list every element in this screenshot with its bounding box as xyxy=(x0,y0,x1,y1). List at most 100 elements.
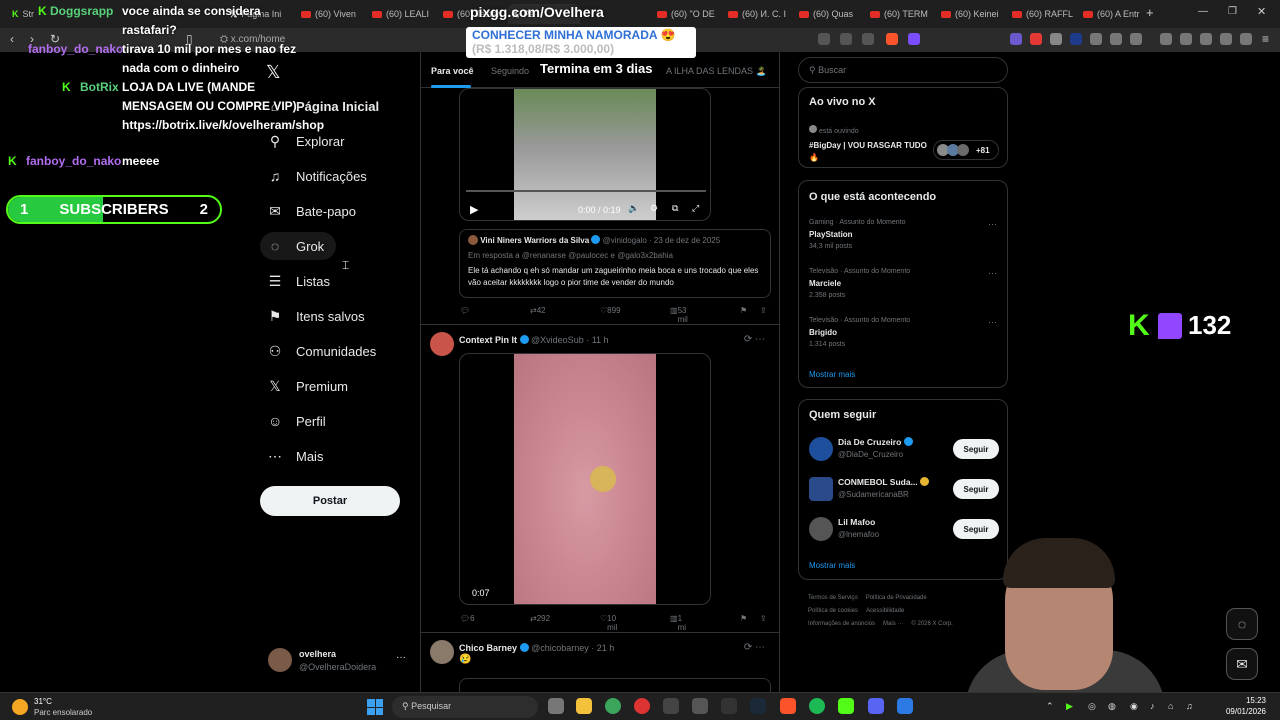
search-input[interactable]: ⚲ Buscar xyxy=(798,57,1008,83)
more-icon[interactable]: ··· xyxy=(396,652,406,663)
start-button[interactable] xyxy=(367,699,383,715)
more-icon[interactable]: ⋯ xyxy=(988,317,997,328)
share-icon[interactable] xyxy=(862,33,874,45)
like-button[interactable]: ♡ 899 xyxy=(600,306,621,315)
trend-name[interactable]: Marciele xyxy=(809,279,841,288)
more-icon[interactable]: ⟳ ⋯ xyxy=(744,642,765,653)
share-icon[interactable]: ⇪ xyxy=(760,614,767,623)
show-more-link[interactable]: Mostrar mais xyxy=(809,561,855,570)
browser-tab[interactable]: (60) И. С. I xyxy=(724,4,796,24)
sidebar-icon[interactable] xyxy=(1180,33,1192,45)
author-name[interactable]: Chico Barney xyxy=(459,643,517,653)
close-icon[interactable]: ✕ xyxy=(1257,5,1266,18)
tray-app-icon[interactable]: ◍ xyxy=(1108,701,1116,712)
menu-icon[interactable]: ≡ xyxy=(1262,32,1269,46)
browser-tab[interactable]: (60) TERM xyxy=(866,4,938,24)
avatar[interactable] xyxy=(809,477,833,501)
opera-icon[interactable] xyxy=(634,698,650,714)
reply-button[interactable]: 💬︎ 6 xyxy=(460,614,475,623)
nav-chat[interactable]: ✉ Bate-papo xyxy=(268,203,356,220)
chrome-icon[interactable] xyxy=(605,698,621,714)
system-clock[interactable]: 15:23 09/01/2026 xyxy=(1206,695,1266,717)
pip-icon[interactable]: ⧉ xyxy=(672,203,678,214)
avatar[interactable] xyxy=(809,437,833,461)
footer-link[interactable]: Acessibilidade xyxy=(866,608,904,614)
wallet-icon[interactable] xyxy=(1200,33,1212,45)
tray-app-icon[interactable]: ▶ xyxy=(1066,701,1073,712)
app-icon[interactable] xyxy=(897,698,913,714)
browser-tab[interactable]: (60) Keinei xyxy=(937,4,1009,24)
tab-for-you[interactable]: Para você xyxy=(431,66,474,76)
trend-name[interactable]: PlayStation xyxy=(809,230,853,239)
nav-bookmarks[interactable]: ⚑ Itens salvos xyxy=(268,308,365,325)
extension-icon[interactable] xyxy=(1110,33,1122,45)
footer-link[interactable]: Política de Privacidade xyxy=(866,595,927,601)
views-button[interactable]: ▥ 1 mi xyxy=(670,614,686,632)
brave-rewards-icon[interactable] xyxy=(908,33,920,45)
browser-tab[interactable]: (60) Viven xyxy=(297,4,369,24)
share-icon[interactable]: ⇪ xyxy=(760,306,767,315)
nav-lists[interactable]: ☰ Listas xyxy=(268,273,330,290)
reply-icon[interactable]: 💬︎ xyxy=(460,306,470,315)
bookmark-icon[interactable]: ⚑ xyxy=(740,306,747,315)
nav-more[interactable]: ⋯ Mais xyxy=(268,448,323,465)
browser-tab[interactable]: (60) "O DE xyxy=(653,4,725,24)
minimize-icon[interactable]: — xyxy=(1198,6,1208,17)
screenshot-icon[interactable] xyxy=(818,33,830,45)
more-icon[interactable]: ⟳ ⋯ xyxy=(744,334,765,345)
browser-tab[interactable]: (60) Quas xyxy=(795,4,867,24)
kick-app-icon[interactable] xyxy=(838,698,854,714)
avatar[interactable] xyxy=(809,517,833,541)
footer-link[interactable]: Informações de anúncios xyxy=(808,621,875,627)
spotify-icon[interactable] xyxy=(809,698,825,714)
browser-tab[interactable]: (60) RAFFL xyxy=(1008,4,1080,24)
messages-icon[interactable]: ✉ xyxy=(1226,648,1258,680)
tab-community[interactable]: A ILHA DAS LENDAS 🏝️ xyxy=(666,66,767,77)
new-tab-button[interactable]: + xyxy=(1146,5,1154,20)
back-icon[interactable]: ‹ xyxy=(10,32,14,46)
more-icon[interactable]: ⋯ xyxy=(988,219,997,230)
video-player[interactable]: ▶ 0:00 / 0:19 🔈 ⚙ ⧉ ⤢ xyxy=(459,88,711,221)
repost-button[interactable]: ⇄ 292 xyxy=(530,614,550,623)
footer-link[interactable]: Termos de Serviço xyxy=(808,595,858,601)
nav-premium[interactable]: 𝕏 Premium xyxy=(268,378,348,395)
nav-grok[interactable]: ◌ Grok xyxy=(268,238,324,254)
nav-profile[interactable]: ☺ Perfil xyxy=(268,413,326,429)
follow-button[interactable]: Seguir xyxy=(953,439,999,459)
app-icon[interactable] xyxy=(663,698,679,714)
vpn-icon[interactable] xyxy=(1240,33,1252,45)
tray-chevron-icon[interactable]: ⌃ xyxy=(1046,701,1054,712)
follow-button[interactable]: Seguir xyxy=(953,479,999,499)
account-switcher[interactable]: ovelhera @OvelheraDoidera ··· xyxy=(268,648,410,674)
grok-icon[interactable]: ◌ xyxy=(1226,608,1258,640)
brave-shield-icon[interactable] xyxy=(886,33,898,45)
video-progress[interactable] xyxy=(466,190,706,192)
brave-icon[interactable] xyxy=(780,698,796,714)
post-button[interactable]: Postar xyxy=(260,486,400,516)
extension-icon[interactable] xyxy=(1130,33,1142,45)
volume-icon[interactable]: 🔈 xyxy=(628,203,639,214)
play-icon[interactable]: ▶ xyxy=(470,203,478,216)
maximize-icon[interactable]: ❐ xyxy=(1228,6,1237,17)
fullscreen-icon[interactable]: ⤢ xyxy=(692,203,699,214)
volume-icon[interactable]: ♫ xyxy=(1186,701,1193,711)
account-name[interactable]: CONMEBOL Suda... xyxy=(838,477,918,487)
quoted-tweet[interactable]: Vini Niners Warriors da Silva @vinidogal… xyxy=(459,229,771,298)
file-explorer-icon[interactable] xyxy=(576,698,592,714)
repost-button[interactable]: ⇄ 42 xyxy=(530,306,546,315)
show-more-link[interactable]: Mostrar mais xyxy=(809,370,855,379)
account-name[interactable]: Dia De Cruzeiro xyxy=(838,437,901,447)
video-player[interactable]: 0:07 xyxy=(459,353,711,605)
task-view-icon[interactable] xyxy=(548,698,564,714)
tray-app-icon[interactable]: ◉ xyxy=(1130,701,1138,712)
network-icon[interactable]: ⌂ xyxy=(1168,701,1173,711)
extension-icon[interactable] xyxy=(1030,33,1042,45)
tray-app-icon[interactable]: ◎ xyxy=(1088,701,1096,712)
footer-link[interactable]: Política de cookies xyxy=(808,608,858,614)
tab-following[interactable]: Seguindo xyxy=(491,66,529,76)
extension-icon[interactable] xyxy=(1050,33,1062,45)
nav-communities[interactable]: ⚇ Comunidades xyxy=(268,343,377,360)
discord-icon[interactable] xyxy=(868,698,884,714)
extension-icon[interactable] xyxy=(1070,33,1082,45)
space-title[interactable]: #BigDay | VOU RASGAR TUDO 🔥 xyxy=(809,140,929,164)
